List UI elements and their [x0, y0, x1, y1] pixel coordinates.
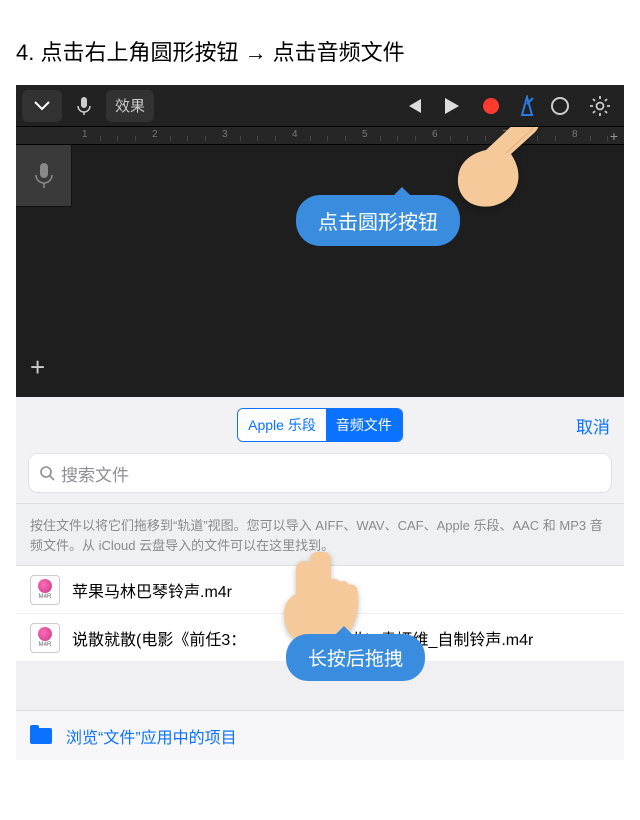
settings-button[interactable] — [582, 90, 618, 122]
metronome-button[interactable] — [516, 90, 538, 122]
ruler-tick: 3 — [222, 129, 228, 140]
editor-toolbar: 效果 — [16, 85, 624, 127]
search-placeholder: 搜索文件 — [61, 461, 129, 486]
tab-apple-loops[interactable]: Apple 乐段 — [238, 409, 326, 441]
ruler-tick: 4 — [292, 129, 298, 140]
fx-button[interactable]: 效果 — [106, 90, 154, 122]
file-browser: Apple 乐段 音频文件 取消 搜索文件 按住文件以将它们拖移到“轨道”视图。… — [16, 397, 624, 760]
rewind-button[interactable] — [404, 98, 422, 114]
editor-pane: 效果 + 1 2 3 4 5 6 7 8 + — [16, 85, 624, 397]
screenshot-container: 效果 + 1 2 3 4 5 6 7 8 + — [16, 85, 624, 760]
m4r-file-icon: M4R — [30, 575, 60, 605]
add-track-button[interactable]: + — [30, 352, 45, 383]
browse-label: 浏览“文件”应用中的项目 — [66, 724, 237, 748]
callout-drag: 长按后拖拽 — [286, 634, 425, 681]
ruler-tick: 1 — [82, 129, 88, 140]
folder-icon — [30, 728, 52, 744]
file-name: 苹果马林巴琴铃声.m4r — [72, 578, 232, 602]
add-section-icon[interactable]: + — [610, 128, 618, 144]
play-button[interactable] — [444, 97, 460, 115]
cancel-button[interactable]: 取消 — [576, 413, 610, 438]
collapse-button[interactable] — [22, 90, 62, 122]
step-title: 4. 点击右上角圆形按钮 → 点击音频文件 — [0, 0, 640, 85]
browse-files-app[interactable]: 浏览“文件”应用中的项目 — [16, 710, 624, 760]
ruler-tick: 2 — [152, 129, 158, 140]
ruler-tick: 6 — [432, 129, 438, 140]
ruler-tick: 5 — [362, 129, 368, 140]
m4r-file-icon: M4R — [30, 623, 60, 653]
tab-audio-files[interactable]: 音频文件 — [326, 409, 402, 441]
ruler-tick: 7 — [502, 129, 508, 140]
input-mic-button[interactable] — [66, 90, 102, 122]
ruler-tick: 8 — [572, 129, 578, 140]
record-button[interactable] — [482, 97, 500, 115]
file-row[interactable]: M4R 苹果马林巴琴铃声.m4r — [16, 566, 624, 614]
timeline[interactable]: + 1 2 3 4 5 6 7 8 + 点击圆形按钮 — [16, 127, 624, 397]
search-icon — [39, 465, 55, 481]
search-input[interactable]: 搜索文件 — [28, 453, 612, 493]
import-hint: 按住文件以将它们拖移到“轨道”视图。您可以导入 AIFF、WAV、CAF、App… — [16, 503, 624, 566]
segmented-tabs: Apple 乐段 音频文件 取消 — [16, 397, 624, 453]
file-list: M4R 苹果马林巴琴铃声.m4r M4R 说散就散(电影《前任3： 主题曲)_袁… — [16, 566, 624, 662]
ruler[interactable]: + 1 2 3 4 5 6 7 8 — [16, 127, 624, 145]
callout-tap-circle: 点击圆形按钮 — [296, 195, 460, 246]
track-header-mic[interactable] — [16, 145, 72, 207]
loop-browser-button[interactable] — [542, 90, 578, 122]
